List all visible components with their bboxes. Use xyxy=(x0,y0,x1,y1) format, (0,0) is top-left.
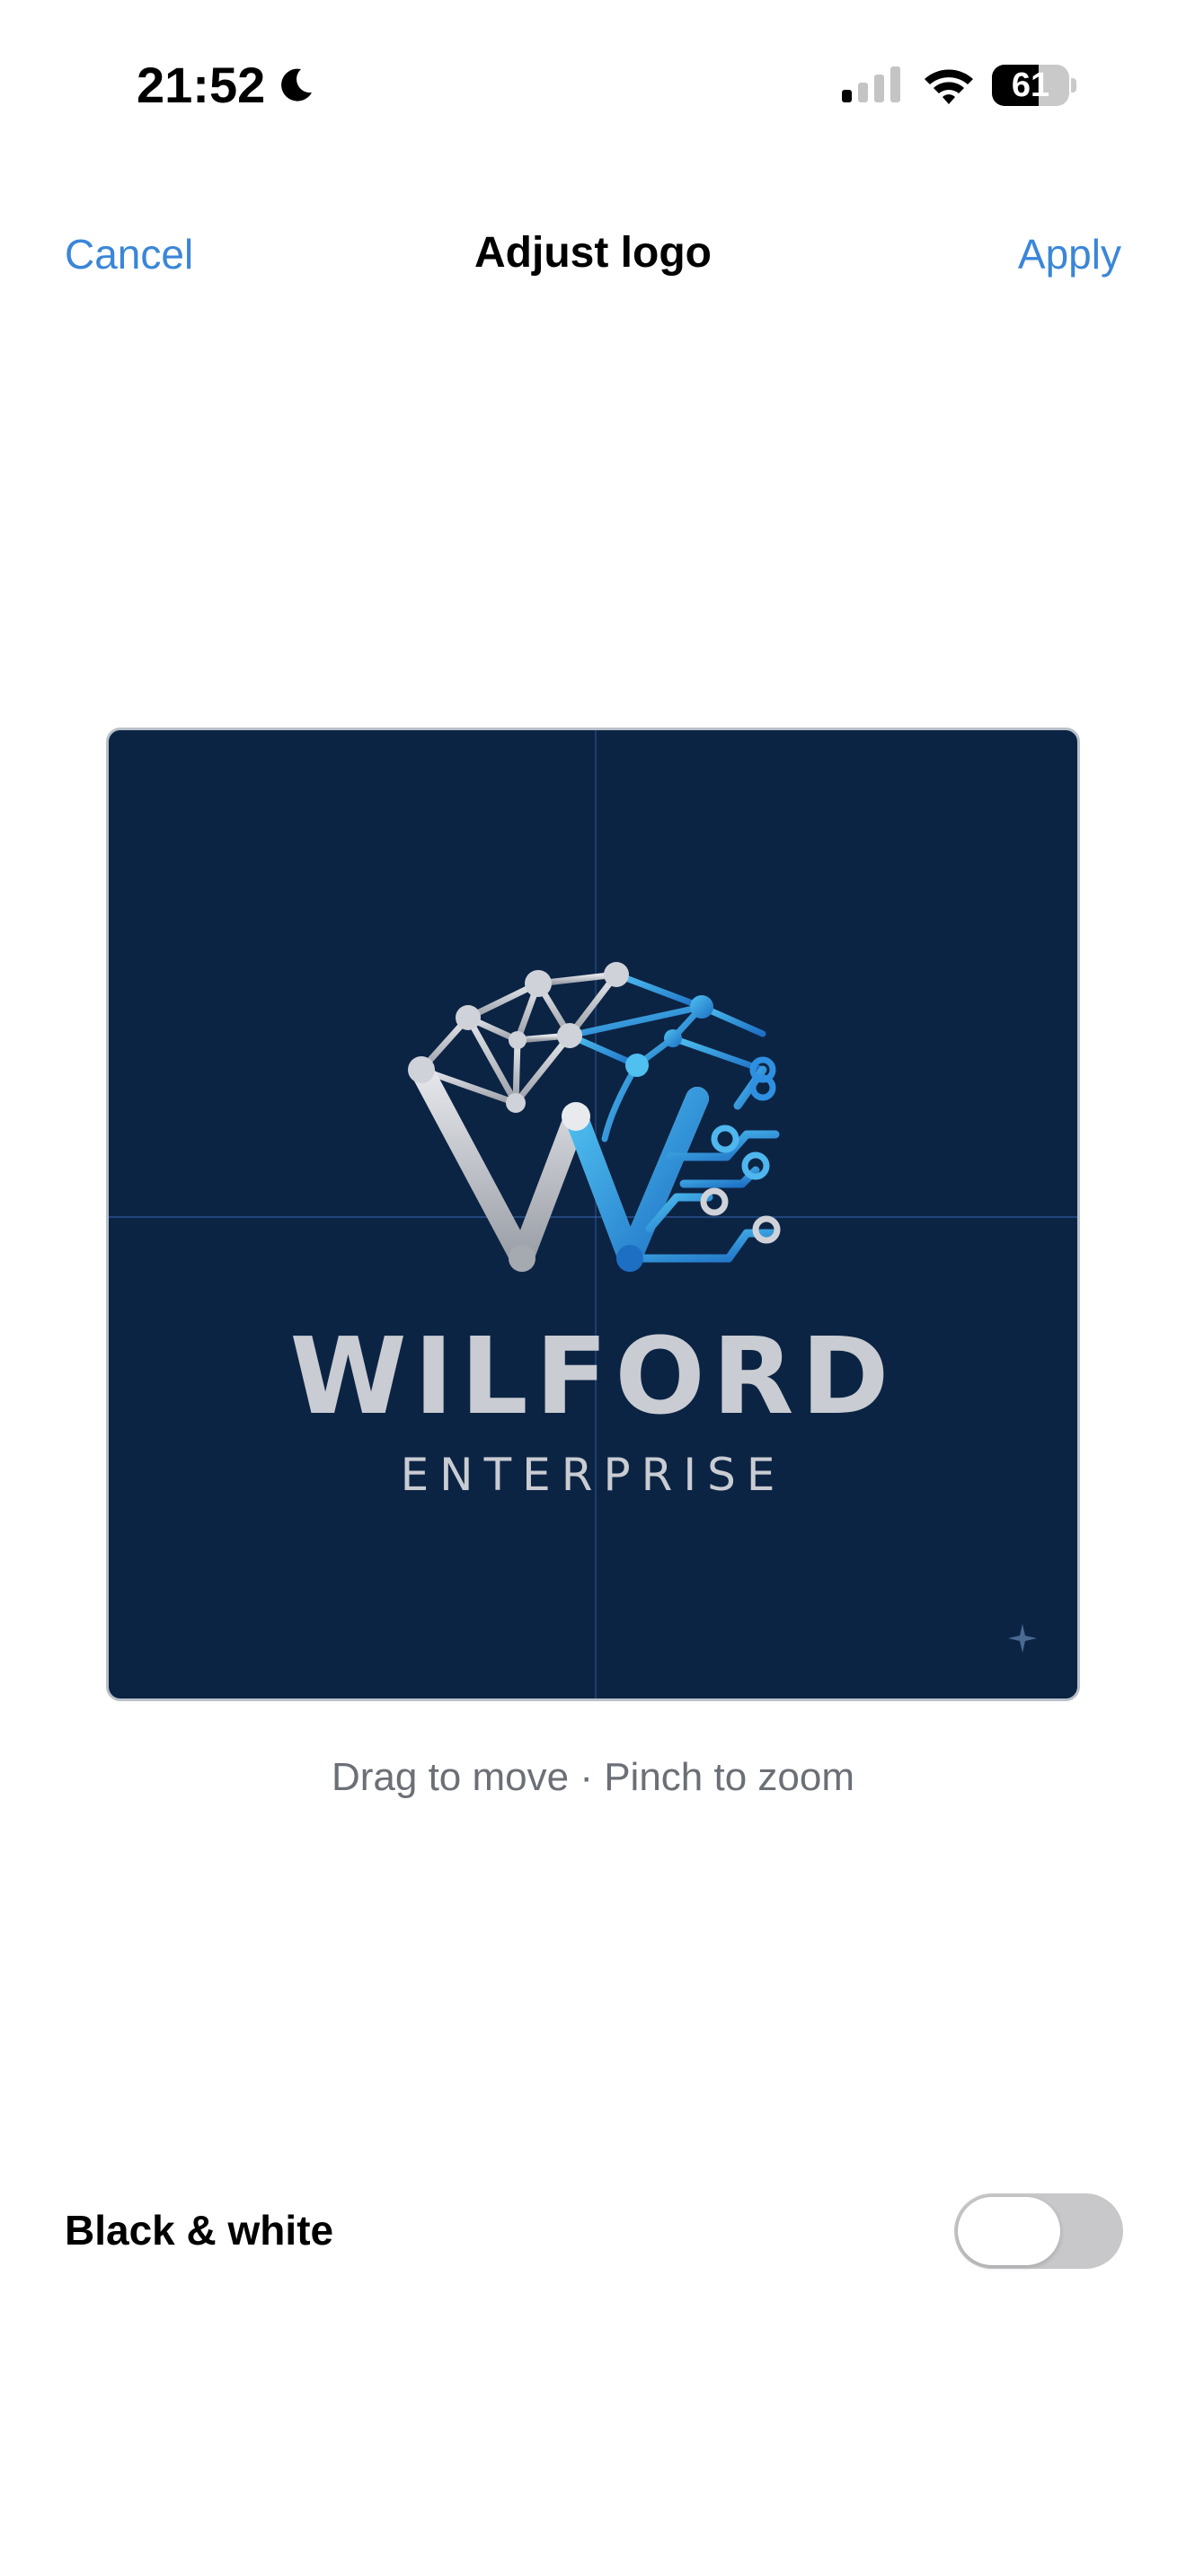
adjust-logo-screen: 21:52 61 Cancel Adjust logo Apply WILFOR… xyxy=(0,0,1186,2576)
logo-brand-subtitle: ENTERPRISE xyxy=(400,1449,786,1501)
sparkle-icon xyxy=(1008,1624,1037,1653)
black-white-label: Black & white xyxy=(65,2207,334,2254)
cancel-button[interactable]: Cancel xyxy=(65,230,193,278)
battery-cap xyxy=(1071,78,1076,93)
status-time-text: 21:52 xyxy=(137,57,266,113)
toggle-knob xyxy=(958,2197,1060,2265)
battery-body: 61 xyxy=(992,65,1069,106)
wifi-icon xyxy=(925,69,973,104)
battery-level: 61 xyxy=(1011,66,1050,104)
battery-icon: 61 xyxy=(992,65,1076,106)
cellular-signal-icon xyxy=(842,66,900,102)
moon-icon xyxy=(281,68,313,101)
we-network-monogram-icon xyxy=(408,962,781,1272)
status-time: 21:52 xyxy=(137,56,315,114)
black-white-toggle[interactable] xyxy=(954,2193,1123,2269)
logo-crop-area[interactable]: WILFORD ENTERPRISE xyxy=(106,728,1080,1701)
gesture-hint: Drag to move · Pinch to zoom xyxy=(331,1755,854,1799)
status-bar: 21:52 61 xyxy=(0,0,1186,171)
apply-button[interactable]: Apply xyxy=(1018,230,1121,278)
logo-brand-name: WILFORD xyxy=(289,1314,897,1438)
